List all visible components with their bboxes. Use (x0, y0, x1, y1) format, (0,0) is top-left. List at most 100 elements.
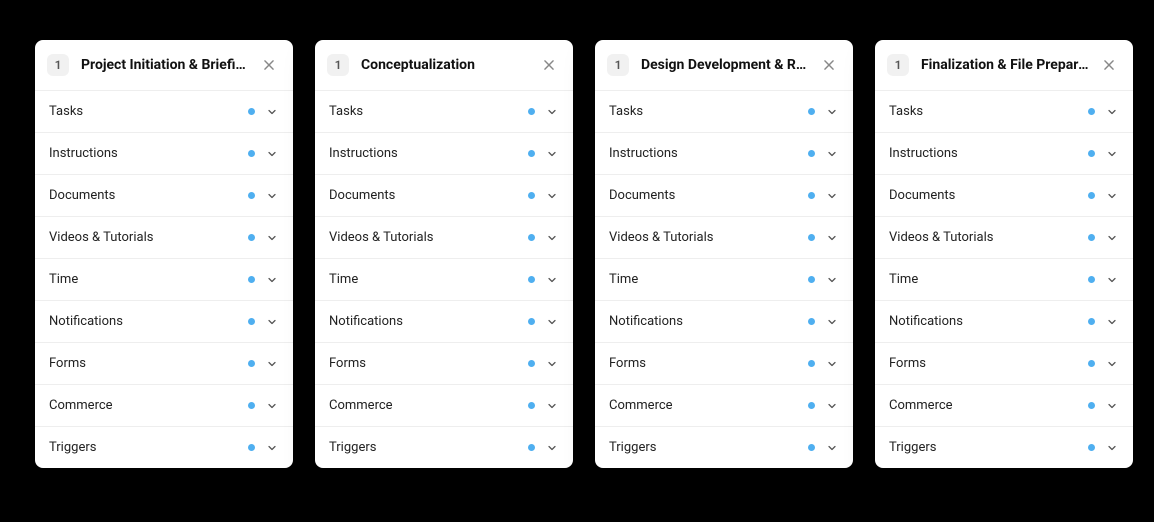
chevron-down-icon (825, 231, 839, 245)
status-dot-icon (808, 234, 815, 241)
chevron-down-icon (825, 315, 839, 329)
status-dot-icon (808, 360, 815, 367)
section-row[interactable]: Notifications (595, 301, 853, 343)
status-dot-icon (1088, 108, 1095, 115)
close-icon[interactable] (1099, 55, 1119, 75)
section-row[interactable]: Notifications (315, 301, 573, 343)
chevron-down-icon (545, 147, 559, 161)
section-row[interactable]: Forms (875, 343, 1133, 385)
status-dot-icon (248, 318, 255, 325)
section-row[interactable]: Forms (595, 343, 853, 385)
section-row[interactable]: Tasks (315, 91, 573, 133)
chevron-down-icon (825, 189, 839, 203)
chevron-down-icon (265, 399, 279, 413)
chevron-down-icon (265, 231, 279, 245)
section-row[interactable]: Instructions (595, 133, 853, 175)
section-row[interactable]: Documents (315, 175, 573, 217)
section-label: Triggers (889, 440, 1088, 455)
status-dot-icon (1088, 360, 1095, 367)
section-row[interactable]: Triggers (875, 427, 1133, 468)
status-dot-icon (1088, 318, 1095, 325)
chevron-down-icon (545, 315, 559, 329)
chevron-down-icon (545, 105, 559, 119)
chevron-down-icon (1105, 273, 1119, 287)
chevron-down-icon (265, 189, 279, 203)
section-row[interactable]: Instructions (875, 133, 1133, 175)
status-dot-icon (248, 234, 255, 241)
chevron-down-icon (825, 399, 839, 413)
chevron-down-icon (545, 441, 559, 455)
card-header: 1 Finalization & File Preparat.. (875, 40, 1133, 91)
section-row[interactable]: Triggers (595, 427, 853, 468)
section-row[interactable]: Triggers (35, 427, 293, 468)
section-row[interactable]: Videos & Tutorials (35, 217, 293, 259)
section-row[interactable]: Tasks (875, 91, 1133, 133)
close-icon[interactable] (819, 55, 839, 75)
section-label: Forms (49, 356, 248, 371)
section-row[interactable]: Notifications (35, 301, 293, 343)
section-row[interactable]: Time (595, 259, 853, 301)
section-row[interactable]: Time (875, 259, 1133, 301)
section-label: Commerce (889, 398, 1088, 413)
chevron-down-icon (1105, 105, 1119, 119)
section-row[interactable]: Commerce (315, 385, 573, 427)
section-row[interactable]: Triggers (315, 427, 573, 468)
section-row[interactable]: Videos & Tutorials (875, 217, 1133, 259)
section-row[interactable]: Instructions (315, 133, 573, 175)
section-row[interactable]: Videos & Tutorials (595, 217, 853, 259)
status-dot-icon (808, 402, 815, 409)
section-label: Documents (49, 188, 248, 203)
phase-card: 1 Conceptualization Tasks Instructions D… (315, 40, 573, 468)
section-label: Triggers (329, 440, 528, 455)
section-row[interactable]: Commerce (595, 385, 853, 427)
section-label: Commerce (609, 398, 808, 413)
status-dot-icon (1088, 276, 1095, 283)
section-label: Videos & Tutorials (49, 230, 248, 245)
section-label: Instructions (329, 146, 528, 161)
section-row[interactable]: Tasks (595, 91, 853, 133)
section-label: Commerce (49, 398, 248, 413)
section-row[interactable]: Documents (595, 175, 853, 217)
phase-card: 1 Project Initiation & Briefing Tasks In… (35, 40, 293, 468)
chevron-down-icon (1105, 231, 1119, 245)
phase-card: 1 Design Development & Refi.. Tasks Inst… (595, 40, 853, 468)
section-row[interactable]: Documents (875, 175, 1133, 217)
section-row[interactable]: Instructions (35, 133, 293, 175)
section-row[interactable]: Tasks (35, 91, 293, 133)
section-row[interactable]: Documents (35, 175, 293, 217)
chevron-down-icon (825, 357, 839, 371)
section-label: Commerce (329, 398, 528, 413)
chevron-down-icon (265, 357, 279, 371)
section-label: Tasks (889, 104, 1088, 119)
phase-title: Finalization & File Preparat.. (921, 57, 1091, 73)
section-label: Documents (329, 188, 528, 203)
close-icon[interactable] (259, 55, 279, 75)
chevron-down-icon (1105, 147, 1119, 161)
section-row[interactable]: Time (35, 259, 293, 301)
chevron-down-icon (825, 147, 839, 161)
section-label: Forms (329, 356, 528, 371)
status-dot-icon (248, 444, 255, 451)
status-dot-icon (528, 318, 535, 325)
close-icon[interactable] (539, 55, 559, 75)
status-dot-icon (528, 108, 535, 115)
status-dot-icon (528, 360, 535, 367)
status-dot-icon (248, 402, 255, 409)
section-row[interactable]: Commerce (875, 385, 1133, 427)
chevron-down-icon (265, 273, 279, 287)
status-dot-icon (248, 192, 255, 199)
chevron-down-icon (545, 273, 559, 287)
status-dot-icon (1088, 402, 1095, 409)
status-dot-icon (808, 444, 815, 451)
section-label: Instructions (49, 146, 248, 161)
section-label: Videos & Tutorials (329, 230, 528, 245)
section-row[interactable]: Notifications (875, 301, 1133, 343)
section-row[interactable]: Videos & Tutorials (315, 217, 573, 259)
section-row[interactable]: Time (315, 259, 573, 301)
section-label: Triggers (609, 440, 808, 455)
section-row[interactable]: Forms (315, 343, 573, 385)
section-row[interactable]: Forms (35, 343, 293, 385)
section-row[interactable]: Commerce (35, 385, 293, 427)
status-dot-icon (248, 360, 255, 367)
chevron-down-icon (265, 441, 279, 455)
